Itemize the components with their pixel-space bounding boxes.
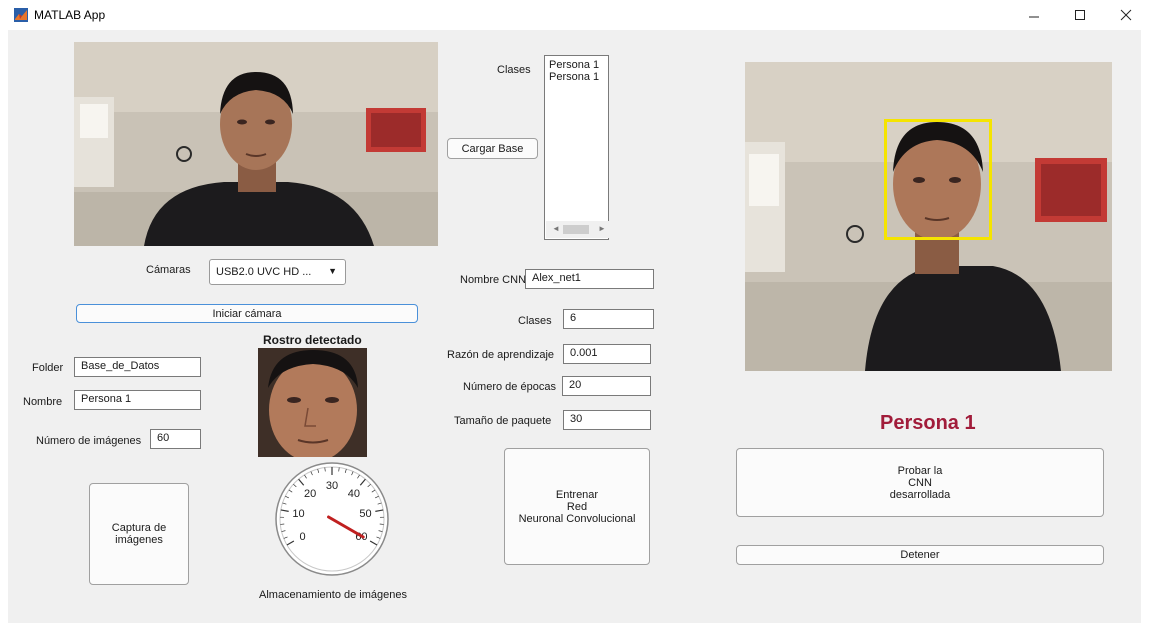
scroll-right-icon[interactable]: ►	[598, 223, 606, 235]
num-imagenes-label: Número de imágenes	[36, 435, 142, 447]
matlab-logo-icon	[14, 8, 28, 22]
face-detection-box	[884, 119, 992, 240]
razon-aprendizaje-label: Razón de aprendizaje	[447, 349, 555, 361]
scroll-left-icon[interactable]: ◄	[552, 223, 560, 235]
gauge-tick-label: 30	[326, 480, 338, 492]
epocas-label: Número de épocas	[463, 381, 556, 393]
window-edge-left	[0, 30, 8, 623]
entrenar-red-button[interactable]: Entrenar Red Neuronal Convolucional	[504, 448, 650, 565]
folder-field[interactable]: Base_de_Datos	[74, 357, 201, 377]
camera-frame-image	[74, 42, 438, 246]
epocas-field[interactable]: 20	[562, 376, 651, 396]
prediction-result: Persona 1	[880, 412, 976, 434]
nombre-cnn-field[interactable]: Alex_net1	[525, 269, 654, 289]
window-edge-right	[1141, 30, 1149, 623]
gauge-tick-label: 0	[299, 531, 305, 543]
rostro-detectado-title: Rostro detectado	[263, 333, 362, 347]
gauge-tick-label: 10	[292, 508, 304, 520]
clases-label: Clases	[518, 315, 552, 327]
maximize-button[interactable]	[1057, 0, 1103, 30]
num-imagenes-field[interactable]: 60	[150, 429, 201, 449]
face-crop-picture	[258, 348, 367, 457]
close-button[interactable]	[1103, 0, 1149, 30]
nombre-field[interactable]: Persona 1	[74, 390, 201, 410]
detener-button[interactable]: Detener	[736, 545, 1104, 565]
camaras-dropdown[interactable]: USB2.0 UVC HD ... ▼	[209, 259, 346, 285]
clases-list-label: Clases	[497, 64, 531, 76]
title-bar	[0, 0, 1149, 30]
paquete-field[interactable]: 30	[563, 410, 651, 430]
camera-preview	[74, 42, 438, 246]
clases-listbox[interactable]: Persona 1 Persona 1 ◄ ►	[544, 55, 611, 240]
window-title: MATLAB App	[34, 8, 106, 22]
list-item[interactable]: Persona 1	[545, 71, 608, 83]
camaras-dropdown-value: USB2.0 UVC HD ...	[216, 266, 312, 278]
cargar-base-button[interactable]: Cargar Base	[447, 138, 538, 159]
close-icon	[1120, 9, 1132, 21]
almacenamiento-label: Almacenamiento de imágenes	[259, 589, 407, 601]
razon-aprendizaje-field[interactable]: 0.001	[563, 344, 651, 364]
probar-cnn-button[interactable]: Probar la CNN desarrollada	[736, 448, 1104, 517]
paquete-label: Tamaño de paquete	[454, 415, 552, 427]
nombre-cnn-label: Nombre CNN	[460, 274, 527, 286]
minimize-icon	[1029, 16, 1039, 18]
detection-preview	[745, 62, 1112, 371]
camaras-label: Cámaras	[146, 264, 191, 276]
captura-imagenes-button[interactable]: Captura de imágenes	[89, 483, 189, 585]
gauge-tick-label: 40	[348, 488, 360, 500]
scroll-thumb[interactable]	[563, 225, 589, 234]
minimize-button[interactable]	[1011, 0, 1057, 30]
detected-face-image	[258, 348, 367, 457]
list-item[interactable]: Persona 1	[545, 59, 608, 71]
clases-field[interactable]: 6	[563, 309, 654, 329]
gauge-tick-label: 50	[359, 508, 371, 520]
chevron-down-icon: ▼	[328, 266, 337, 276]
maximize-icon	[1075, 10, 1085, 20]
nombre-label: Nombre	[23, 396, 63, 408]
folder-label: Folder	[32, 362, 64, 374]
horizontal-scrollbar[interactable]: ◄ ►	[546, 221, 611, 238]
almacenamiento-gauge: 0102030405060	[275, 462, 389, 576]
gauge-tick-label: 20	[304, 488, 316, 500]
iniciar-camara-button[interactable]: Iniciar cámara	[76, 304, 418, 323]
